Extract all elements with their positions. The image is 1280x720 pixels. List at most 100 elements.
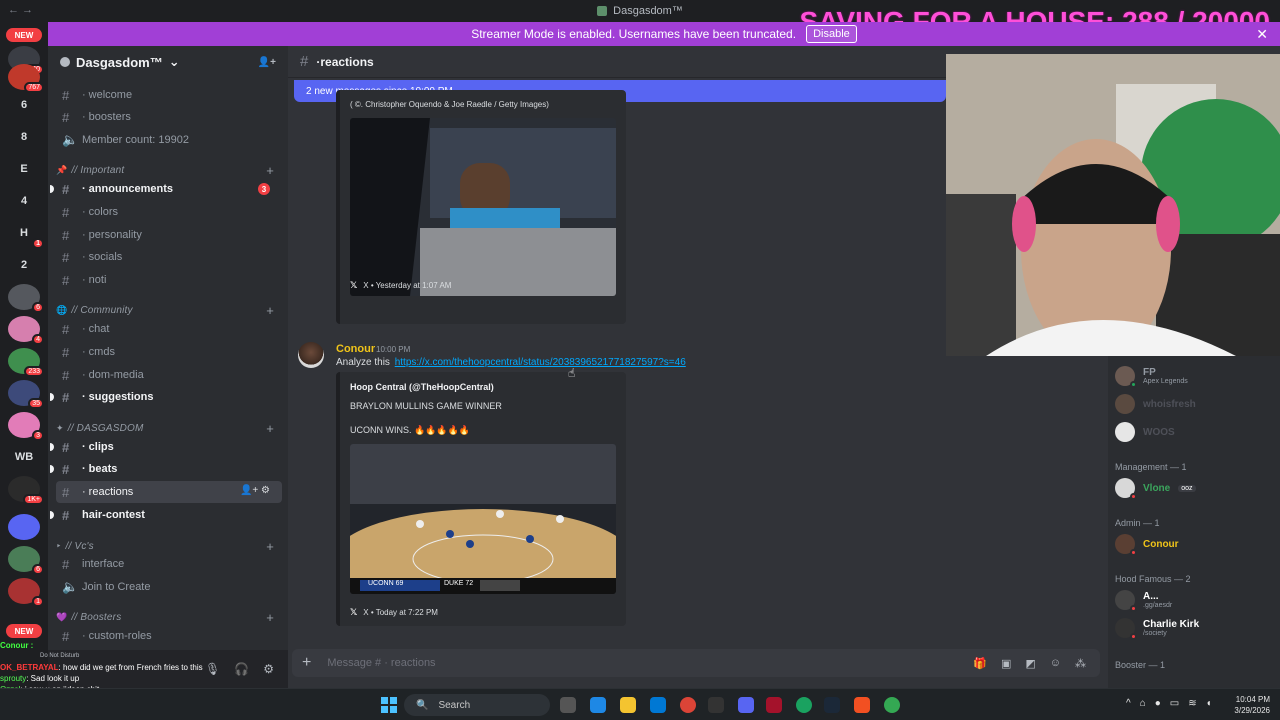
edge-icon[interactable] — [590, 697, 606, 713]
server-icon[interactable]: 233 — [8, 348, 44, 377]
category-vcs[interactable]: ‣// Vc's + — [56, 538, 282, 554]
hash-icon: # — [62, 181, 70, 197]
channel-beats[interactable]: # · beats — [50, 458, 282, 480]
role-group-header: Booster — 1 — [1115, 660, 1166, 670]
channel-chat[interactable]: # · chat — [56, 318, 282, 340]
globe-icon: 🌐 — [56, 304, 68, 315]
message-author[interactable]: Conour — [336, 343, 375, 355]
message-input[interactable]: + Message # · reactions 🎁 ▣ ◩ ☺ ⁂ — [292, 649, 1100, 677]
add-attachment-icon[interactable]: + — [302, 654, 311, 672]
channel-boosters[interactable]: # · boosters — [56, 106, 282, 128]
window-title: Dasgasdom™ — [613, 5, 683, 17]
server-name: Dasgasdom™ — [76, 54, 163, 70]
taskbar: 🔍 Search ^ ⌂ ● ▭ ≋ ◖ 10:04 PM 3/29/2026 — [0, 688, 1280, 720]
invite-icon[interactable]: 👤+ — [258, 57, 276, 68]
gift-icon[interactable]: 🎁 — [973, 657, 987, 670]
message-link[interactable]: https://x.com/thehoopcentral/status/2038… — [395, 357, 686, 368]
channel-reactions[interactable]: # · reactions 👤+ ⚙ — [56, 481, 282, 503]
disable-button[interactable]: Disable — [806, 25, 857, 43]
sticker-icon[interactable]: ◩ — [1025, 657, 1035, 670]
member-item[interactable]: WOOS — [1115, 420, 1275, 444]
app-icon[interactable] — [854, 697, 870, 713]
channel-clips[interactable]: # · clips — [50, 436, 282, 458]
nav-arrows[interactable]: ← → — [8, 4, 33, 16]
channel-interface[interactable]: # interface — [56, 553, 282, 575]
chrome-icon[interactable] — [680, 697, 696, 713]
steam-icon[interactable] — [824, 697, 840, 713]
server-icon[interactable]: 1 — [8, 578, 44, 607]
server-icon[interactable]: 2 — [8, 252, 40, 278]
taskbar-search[interactable]: 🔍 Search — [404, 694, 550, 716]
member-list: FP Apex Legends whoisfresh WOOS Managemen… — [1108, 356, 1280, 688]
member-item[interactable]: Conour — [1115, 532, 1275, 556]
channel-personality[interactable]: # · personality — [56, 224, 282, 246]
channel-member-count[interactable]: 🔈 Member count: 19902 — [56, 129, 282, 151]
server-icon[interactable]: 3 — [8, 412, 44, 441]
server-icon[interactable]: H1 — [8, 220, 44, 249]
chrome-icon[interactable] — [796, 697, 812, 713]
embed-image[interactable] — [350, 118, 616, 296]
folder-icon[interactable] — [8, 514, 40, 540]
mention-badge: 3 — [258, 183, 270, 195]
channel-noti[interactable]: # · noti — [56, 269, 282, 291]
server-header[interactable]: Dasgasdom™ ⌄ 👤+ — [48, 46, 288, 78]
embed-video[interactable]: UCONN 69 DUKE 72 — [350, 444, 616, 594]
apps-icon[interactable]: ⁂ — [1075, 657, 1086, 670]
system-tray[interactable]: ^ ⌂ ● ▭ ≋ ◖ — [1126, 698, 1212, 709]
task-view-icon[interactable] — [560, 697, 576, 713]
server-icon[interactable]: 6 — [8, 92, 40, 118]
store-icon[interactable] — [650, 697, 666, 713]
speaker-icon: 🔈 — [62, 579, 79, 594]
server-icon[interactable]: 4 — [8, 316, 44, 345]
embed-card: Hoop Central (@TheHoopCentral) BRAYLON M… — [336, 372, 626, 626]
close-icon[interactable]: ✕ — [1256, 26, 1268, 43]
server-icon[interactable]: 767 — [8, 64, 44, 93]
member-item[interactable]: Vlone ooz — [1115, 476, 1275, 500]
member-item[interactable]: Charlie Kirk/society — [1115, 616, 1275, 640]
server-icon[interactable]: 1K+ — [8, 476, 44, 505]
new-badge: NEW — [6, 624, 42, 638]
sparkle-icon: ✦ — [56, 422, 64, 433]
server-icon[interactable]: WB — [8, 444, 40, 470]
server-icon[interactable]: E — [8, 156, 40, 182]
member-item[interactable]: A... .gg/aesdr — [1115, 588, 1275, 612]
category-dasgasdom[interactable]: ✦// DASGASDOM + — [56, 420, 282, 436]
member-item[interactable]: whoisfresh — [1115, 392, 1275, 416]
channel-suggestions[interactable]: # · suggestions — [50, 386, 282, 408]
channel-announcements[interactable]: # · announcements 3 — [50, 178, 282, 200]
channel-colors[interactable]: # · colors — [56, 201, 282, 223]
gif-icon[interactable]: ▣ — [1001, 657, 1011, 670]
server-icon[interactable]: 4 — [8, 188, 40, 214]
server-icon[interactable]: 6 — [8, 546, 44, 575]
channel-hair-contest[interactable]: # hair-contest — [50, 504, 282, 526]
clock[interactable]: 10:04 PM 3/29/2026 — [1234, 694, 1270, 716]
server-icon[interactable]: 35 — [8, 380, 44, 409]
channel-welcome[interactable]: # · welcome — [56, 84, 282, 106]
member-item[interactable]: FP Apex Legends — [1115, 364, 1275, 388]
channel-cmds[interactable]: # · cmds — [56, 341, 282, 363]
member-tag: ooz — [1178, 484, 1196, 492]
channel-join-to-create[interactable]: 🔈 Join to Create — [56, 576, 282, 598]
windows-start-icon[interactable] — [381, 697, 397, 713]
emoji-icon[interactable]: ☺ — [1050, 657, 1061, 670]
category-boosters[interactable]: 💜// Boosters + — [56, 609, 282, 625]
channel-sidebar: Dasgasdom™ ⌄ 👤+ # · welcome # · boosters 🔈 Mem… — [48, 46, 288, 650]
channel-socials[interactable]: # · socials — [56, 246, 282, 268]
server-rail: NEW 540 767 6 8 E 4 H1 2 6 4 233 35 3 WB… — [0, 22, 48, 688]
pin-icon: 📌 — [56, 164, 68, 175]
embed-caption: ( ©. Christopher Oquendo & Joe Raedle / … — [350, 100, 549, 109]
obs-icon[interactable] — [708, 697, 724, 713]
channel-dom-media[interactable]: # · dom-media — [56, 364, 282, 386]
avatar[interactable] — [298, 342, 324, 368]
chrome-icon[interactable] — [884, 697, 900, 713]
server-icon[interactable]: 6 — [8, 284, 44, 313]
discord-icon[interactable] — [738, 697, 754, 713]
adobe-icon[interactable] — [766, 697, 782, 713]
embed-author[interactable]: Hoop Central (@TheHoopCentral) — [350, 382, 494, 392]
category-important[interactable]: 📌// Important + — [56, 162, 282, 178]
search-icon: 🔍 — [416, 699, 429, 711]
file-explorer-icon[interactable] — [620, 697, 636, 713]
category-community[interactable]: 🌐// Community + — [56, 302, 282, 318]
mouse-cursor-icon: ☝ — [568, 366, 576, 380]
server-icon[interactable]: 8 — [8, 124, 40, 150]
